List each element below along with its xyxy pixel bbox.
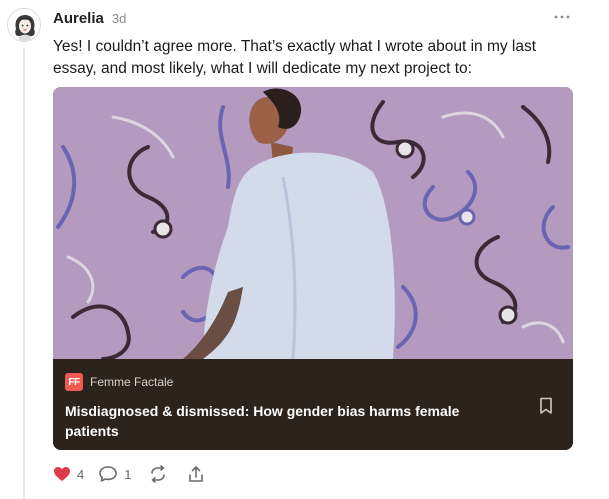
- like-button[interactable]: 4: [53, 466, 84, 482]
- woman-portrait-avatar-icon: [8, 9, 40, 41]
- share-button[interactable]: [187, 465, 205, 483]
- thread-line: [23, 48, 25, 499]
- like-count: 4: [77, 466, 85, 482]
- timestamp[interactable]: 3d: [112, 11, 126, 26]
- restack-button[interactable]: [149, 465, 167, 483]
- more-options-button[interactable]: [554, 8, 570, 24]
- card-footer: FF Femme Factale Misdiagnosed & dismisse…: [53, 359, 573, 450]
- publication[interactable]: FF Femme Factale: [65, 373, 173, 391]
- post-cover-illustration: [53, 87, 573, 359]
- comment-actions: 4 1: [53, 462, 205, 486]
- publication-logo: FF: [65, 373, 83, 391]
- reply-button[interactable]: 1: [98, 465, 131, 483]
- reply-count: 1: [124, 466, 132, 482]
- heart-icon: [54, 467, 70, 481]
- share-icon: [189, 466, 204, 482]
- publication-name: Femme Factale: [90, 375, 174, 389]
- comment-header: Aurelia 3d: [53, 10, 126, 27]
- avatar[interactable]: [7, 8, 41, 42]
- more-horizontal-icon: [554, 15, 570, 19]
- restack-icon: [151, 465, 166, 483]
- comment-icon: [99, 466, 118, 482]
- bookmark-icon[interactable]: [539, 397, 553, 415]
- comment-body: Yes! I couldn’t agree more. That’s exact…: [53, 38, 537, 77]
- embedded-post-card[interactable]: FF Femme Factale Misdiagnosed & dismisse…: [53, 87, 573, 450]
- author-name[interactable]: Aurelia: [53, 10, 104, 27]
- post-title[interactable]: Misdiagnosed & dismissed: How gender bia…: [65, 401, 505, 441]
